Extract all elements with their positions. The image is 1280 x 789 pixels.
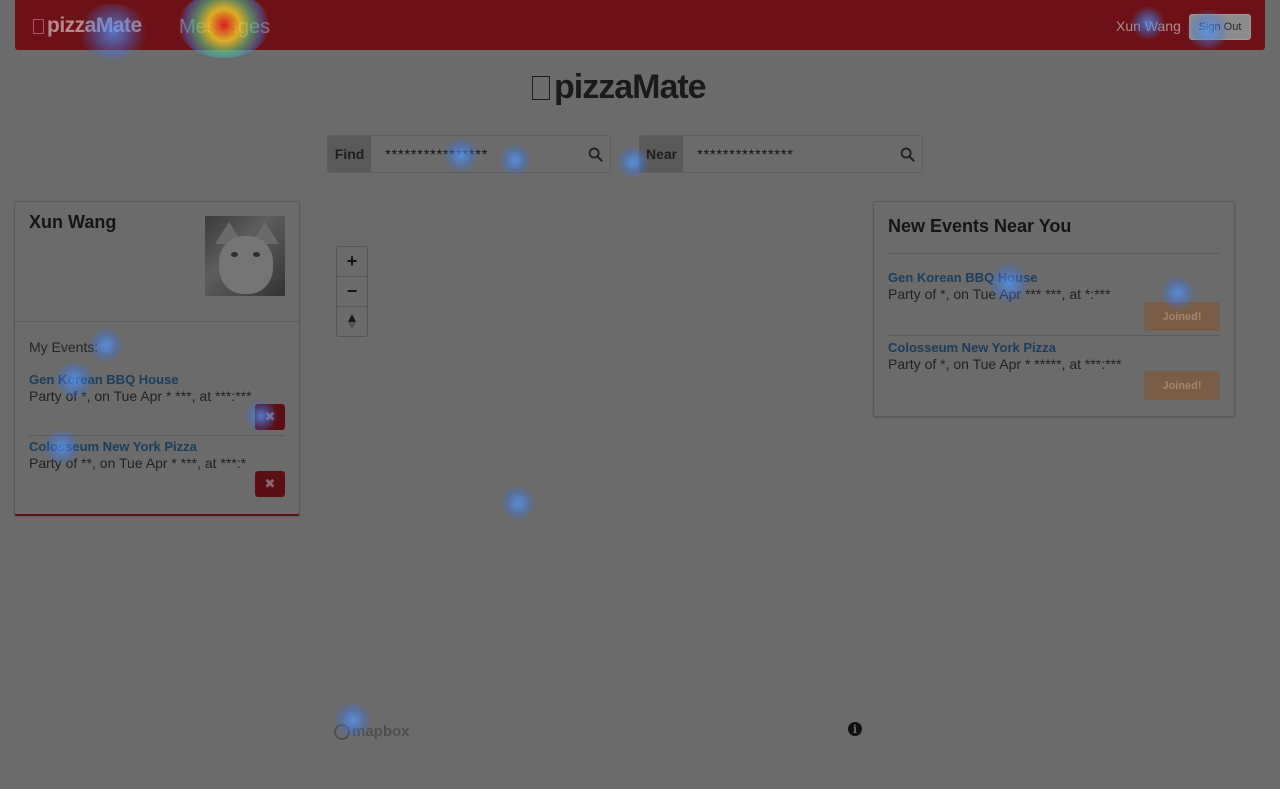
near-search-group: Near — [639, 135, 923, 173]
times-icon: ✖ — [264, 476, 276, 491]
messages-link[interactable]: Messages — [179, 16, 270, 39]
new-events-heading: New Events Near You — [888, 216, 1072, 236]
nearby-event-desc: Party of *, on Tue Apr *** ***, at *:*** — [888, 286, 1111, 302]
my-events-label: My Events: — [29, 339, 99, 355]
sign-out-button[interactable]: Sign Out — [1189, 14, 1251, 40]
divider — [888, 335, 1220, 336]
divider — [888, 253, 1220, 254]
zoom-in-button[interactable]: + — [337, 247, 367, 277]
find-input[interactable] — [371, 136, 581, 172]
divider — [29, 435, 285, 436]
nearby-event-title[interactable]: Colosseum New York Pizza — [888, 340, 1056, 355]
compass-button[interactable] — [337, 307, 367, 336]
delete-event-button[interactable]: ✖ — [255, 404, 285, 430]
top-navbar: pizzaMate Messages Xun Wang Sign Out — [15, 0, 1265, 50]
divider — [15, 321, 299, 322]
nearby-event-title[interactable]: Gen Korean BBQ House — [888, 270, 1038, 285]
info-icon[interactable]: i — [848, 722, 862, 736]
near-search-icon[interactable] — [892, 136, 922, 172]
my-event-title[interactable]: Colosseum New York Pizza — [29, 439, 197, 454]
my-event-title[interactable]: Gen Korean BBQ House — [29, 372, 179, 387]
profile-panel: Xun Wang My Events: Gen Korean BBQ House… — [14, 201, 300, 516]
my-event-desc: Party of *, on Tue Apr * ***, at ***:*** — [29, 388, 252, 404]
brand-logo-icon[interactable] — [33, 19, 44, 34]
avatar — [205, 216, 285, 296]
find-label: Find — [328, 136, 372, 172]
page-logo: pizzaMate — [554, 68, 707, 106]
near-input[interactable] — [683, 136, 893, 172]
find-search-icon[interactable] — [580, 136, 610, 172]
compass-icon — [348, 313, 356, 330]
nearby-event-desc: Party of *, on Tue Apr * *****, at ***:*… — [888, 356, 1122, 372]
mapbox-attribution[interactable]: mapbox — [334, 723, 410, 740]
mapbox-logo-icon — [334, 723, 350, 740]
new-events-panel: New Events Near You Gen Korean BBQ House… — [873, 201, 1235, 417]
delete-event-button[interactable]: ✖ — [255, 471, 285, 497]
find-search-group: Find — [327, 135, 611, 173]
times-icon: ✖ — [264, 409, 276, 424]
logo-icon — [532, 76, 550, 100]
joined-button[interactable]: Joined! — [1144, 371, 1220, 400]
heatmap-spot — [500, 486, 536, 520]
profile-name: Xun Wang — [29, 212, 117, 232]
near-label: Near — [640, 136, 684, 172]
zoom-out-button[interactable]: − — [337, 277, 367, 307]
joined-button[interactable]: Joined! — [1144, 302, 1220, 331]
brand-link[interactable]: pizzaMate — [47, 14, 142, 38]
my-event-desc: Party of **, on Tue Apr * ***, at ***:* — [29, 455, 247, 471]
map-zoom-control: + − — [336, 246, 368, 337]
nav-user-name[interactable]: Xun Wang — [1116, 18, 1181, 34]
mapbox-label: mapbox — [352, 723, 410, 740]
